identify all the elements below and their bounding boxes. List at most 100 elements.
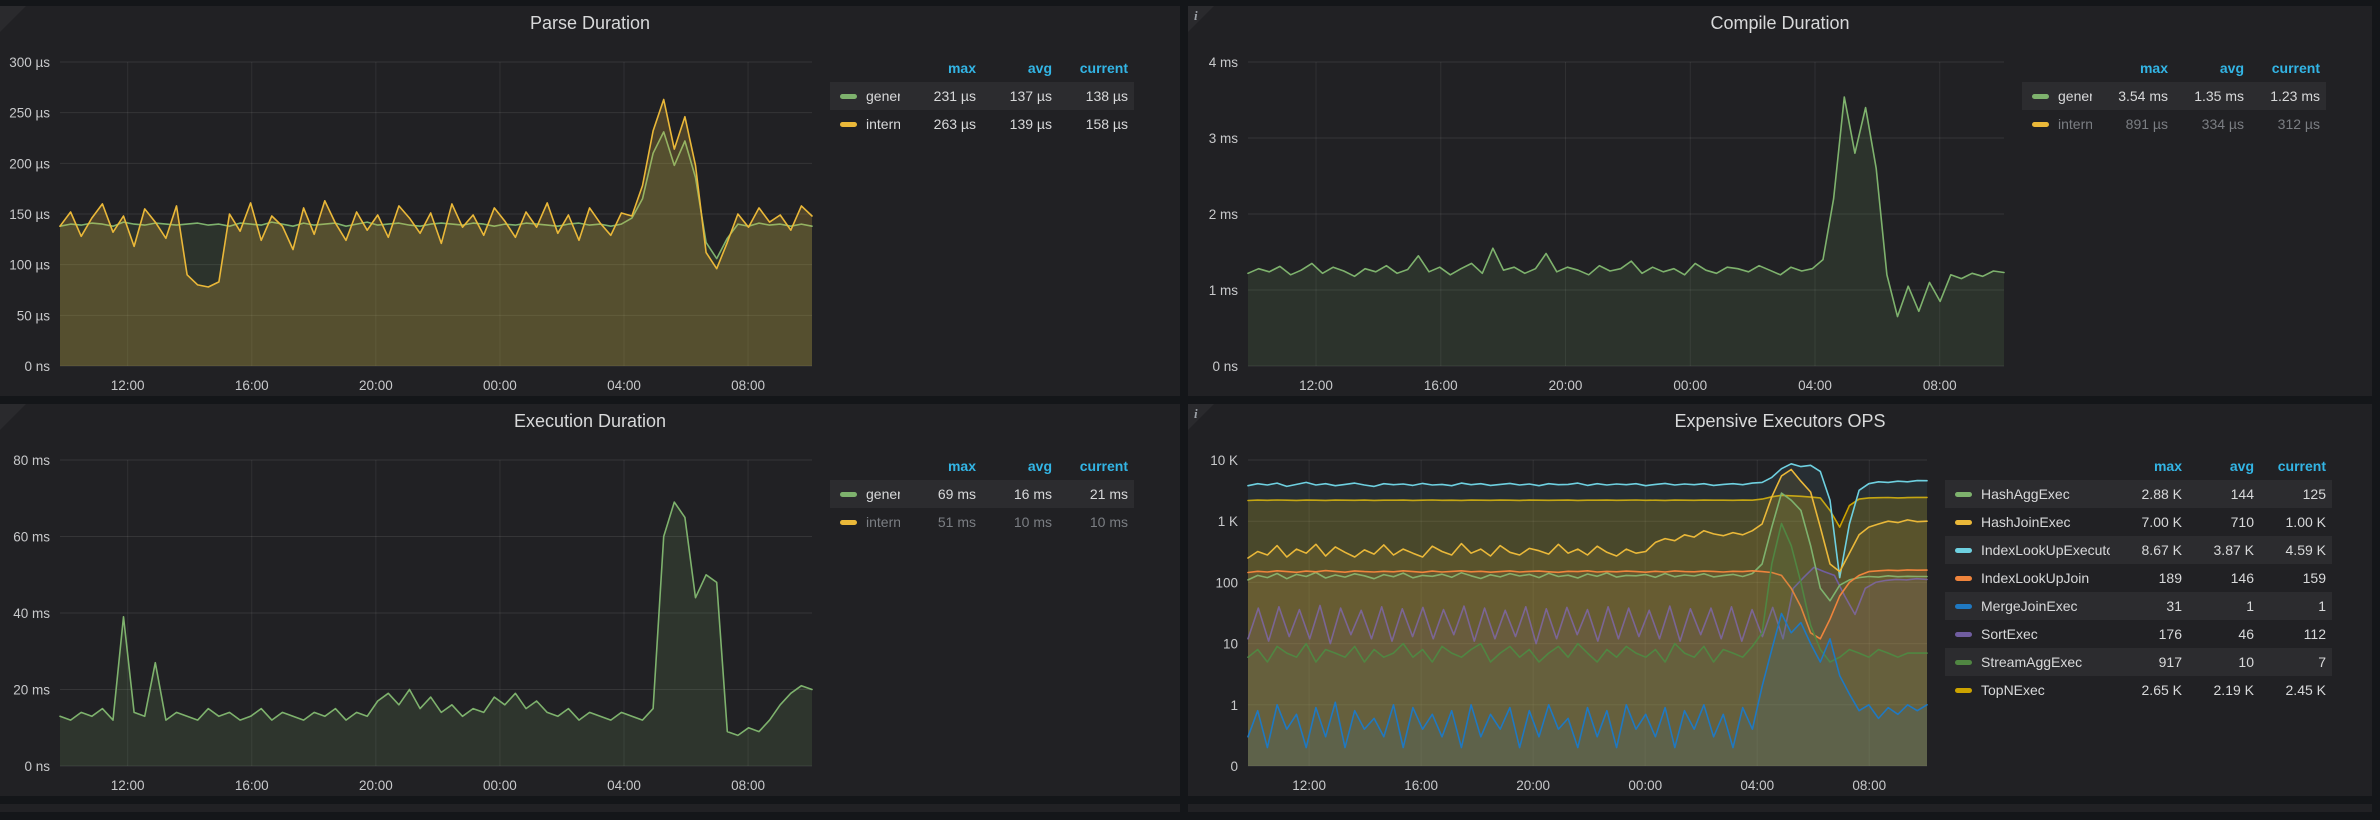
legend-value-current: 2.45 K <box>2254 682 2326 698</box>
x-axis-tick-label: 20:00 <box>1549 378 1583 393</box>
legend-row-SortExec[interactable]: SortExec17646112 <box>1945 620 2332 648</box>
y-axis-tick-label: 100 µs <box>9 258 50 273</box>
chart-area-execution-duration[interactable]: 80 ms60 ms40 ms20 ms0 ns12:0016:0020:000… <box>0 438 830 796</box>
legend-row-HashAggExec[interactable]: HashAggExec2.88 K144125 <box>1945 480 2332 508</box>
y-axis-tick-label: 100 <box>1215 575 1238 590</box>
legend-value-current: 1 <box>2254 598 2326 614</box>
panel-title[interactable]: Compile Duration <box>1188 6 2372 40</box>
legend-row-TopNExec[interactable]: TopNExec2.65 K2.19 K2.45 K <box>1945 676 2332 704</box>
legend-series: IndexLookUpJoin <box>1955 570 2110 586</box>
legend-header-row: maxavgcurrent <box>1945 452 2332 480</box>
chart-canvas[interactable]: 10 K1 K100101012:0016:0020:0000:0004:000… <box>1188 438 1945 796</box>
legend-row-general[interactable]: general3.54 ms1.35 ms1.23 ms <box>2022 82 2326 110</box>
chart-area-expensive-executors-ops[interactable]: 10 K1 K100101012:0016:0020:0000:0004:000… <box>1188 438 1945 796</box>
y-axis-tick-label: 250 µs <box>9 106 50 121</box>
panel-execution-duration: Execution Duration 80 ms60 ms40 ms20 ms0… <box>0 404 1180 796</box>
legend-row-internal[interactable]: internal51 ms10 ms10 ms <box>830 508 1134 536</box>
legend-series-name: HashAggExec <box>1981 486 2070 502</box>
legend-sort-header-avg[interactable]: avg <box>2168 60 2244 76</box>
legend-value-max: 231 µs <box>900 88 976 104</box>
legend-series-name: general <box>866 486 900 502</box>
legend-row-MergeJoinExec[interactable]: MergeJoinExec3111 <box>1945 592 2332 620</box>
legend-series-name: SortExec <box>1981 626 2038 642</box>
legend-header-row: maxavgcurrent <box>830 54 1134 82</box>
x-axis-tick-label: 08:00 <box>731 378 765 393</box>
y-axis-tick-label: 200 µs <box>9 156 50 171</box>
legend-series-name: MergeJoinExec <box>1981 598 2078 614</box>
panel-compile-duration: i Compile Duration 4 ms3 ms2 ms1 ms0 ns1… <box>1188 6 2372 396</box>
chart-area-compile-duration[interactable]: 4 ms3 ms2 ms1 ms0 ns12:0016:0020:0000:00… <box>1188 40 2022 396</box>
legend-value-max: 2.88 K <box>2110 486 2182 502</box>
series-color-swatch <box>840 94 857 99</box>
x-axis-tick-label: 00:00 <box>1628 778 1662 793</box>
legend-value-max: 2.65 K <box>2110 682 2182 698</box>
legend-sort-header-max[interactable]: max <box>2110 458 2182 474</box>
series-fill-internal <box>60 100 812 367</box>
legend-value-avg: 10 <box>2182 654 2254 670</box>
legend-row-IndexLookUpJoin[interactable]: IndexLookUpJoin189146159 <box>1945 564 2332 592</box>
legend-sort-header-avg[interactable]: avg <box>976 60 1052 76</box>
panel-corner-triangle <box>0 6 26 32</box>
legend-value-max: 51 ms <box>900 514 976 530</box>
legend-series-name: internal <box>2058 116 2092 132</box>
legend-series-name: StreamAggExec <box>1981 654 2082 670</box>
legend-value-max: 8.67 K <box>2110 542 2182 558</box>
legend-sort-header-avg[interactable]: avg <box>976 458 1052 474</box>
y-axis-tick-label: 50 µs <box>17 308 51 323</box>
legend-header-row: maxavgcurrent <box>830 452 1134 480</box>
next-row-panel-edge <box>1188 804 2372 812</box>
panel-title[interactable]: Expensive Executors OPS <box>1188 404 2372 438</box>
legend-sort-header-current[interactable]: current <box>2244 60 2320 76</box>
legend-series-name: general <box>2058 88 2092 104</box>
legend-value-avg: 16 ms <box>976 486 1052 502</box>
x-axis-tick-label: 16:00 <box>1424 378 1458 393</box>
panel-title[interactable]: Execution Duration <box>0 404 1180 438</box>
legend-series: IndexLookUpExecutor <box>1955 542 2110 558</box>
legend-value-current: 158 µs <box>1052 116 1128 132</box>
legend-sort-header-current[interactable]: current <box>2254 458 2326 474</box>
panel-info-icon[interactable]: i <box>1194 406 1198 422</box>
legend-sort-header-max[interactable]: max <box>900 458 976 474</box>
chart-canvas[interactable]: 80 ms60 ms40 ms20 ms0 ns12:0016:0020:000… <box>0 438 830 796</box>
legend-sort-header-max[interactable]: max <box>900 60 976 76</box>
legend-row-IndexLookUpExecutor[interactable]: IndexLookUpExecutor8.67 K3.87 K4.59 K <box>1945 536 2332 564</box>
legend-header-row: maxavgcurrent <box>2022 54 2326 82</box>
legend-series-name: IndexLookUpJoin <box>1981 570 2089 586</box>
legend-row-internal[interactable]: internal263 µs139 µs158 µs <box>830 110 1134 138</box>
x-axis-tick-label: 16:00 <box>1404 778 1438 793</box>
legend-value-current: 138 µs <box>1052 88 1128 104</box>
x-axis-tick-label: 04:00 <box>1740 778 1774 793</box>
series-color-swatch <box>1955 548 1972 553</box>
y-axis-tick-label: 1 K <box>1218 514 1238 529</box>
x-axis-tick-label: 04:00 <box>1798 378 1832 393</box>
y-axis-tick-label: 150 µs <box>9 207 50 222</box>
panel-body: 4 ms3 ms2 ms1 ms0 ns12:0016:0020:0000:00… <box>1188 40 2372 396</box>
series-fill-general <box>60 502 812 766</box>
legend-value-avg: 137 µs <box>976 88 1052 104</box>
panel-info-icon[interactable]: i <box>1194 8 1198 24</box>
legend-row-general[interactable]: general69 ms16 ms21 ms <box>830 480 1134 508</box>
chart-area-parse-duration[interactable]: 300 µs250 µs200 µs150 µs100 µs50 µs0 ns1… <box>0 40 830 396</box>
legend-sort-header-avg[interactable]: avg <box>2182 458 2254 474</box>
legend-parse-duration: maxavgcurrentgeneral231 µs137 µs138 µsin… <box>830 40 1180 396</box>
legend-row-general[interactable]: general231 µs137 µs138 µs <box>830 82 1134 110</box>
legend-value-max: 7.00 K <box>2110 514 2182 530</box>
y-axis-tick-label: 4 ms <box>1209 55 1239 70</box>
legend-row-internal[interactable]: internal891 µs334 µs312 µs <box>2022 110 2326 138</box>
chart-canvas[interactable]: 300 µs250 µs200 µs150 µs100 µs50 µs0 ns1… <box>0 40 830 396</box>
legend-sort-header-max[interactable]: max <box>2092 60 2168 76</box>
legend-value-current: 312 µs <box>2244 116 2320 132</box>
legend-value-max: 69 ms <box>900 486 976 502</box>
panel-title[interactable]: Parse Duration <box>0 6 1180 40</box>
legend-sort-header-current[interactable]: current <box>1052 60 1128 76</box>
x-axis-tick-label: 20:00 <box>359 378 393 393</box>
chart-canvas[interactable]: 4 ms3 ms2 ms1 ms0 ns12:0016:0020:0000:00… <box>1188 40 2022 396</box>
legend-value-max: 917 <box>2110 654 2182 670</box>
series-color-swatch <box>1955 660 1972 665</box>
x-axis-tick-label: 00:00 <box>483 378 517 393</box>
legend-series: internal <box>840 514 900 530</box>
legend-series: HashJoinExec <box>1955 514 2110 530</box>
legend-row-HashJoinExec[interactable]: HashJoinExec7.00 K7101.00 K <box>1945 508 2332 536</box>
legend-row-StreamAggExec[interactable]: StreamAggExec917107 <box>1945 648 2332 676</box>
legend-sort-header-current[interactable]: current <box>1052 458 1128 474</box>
